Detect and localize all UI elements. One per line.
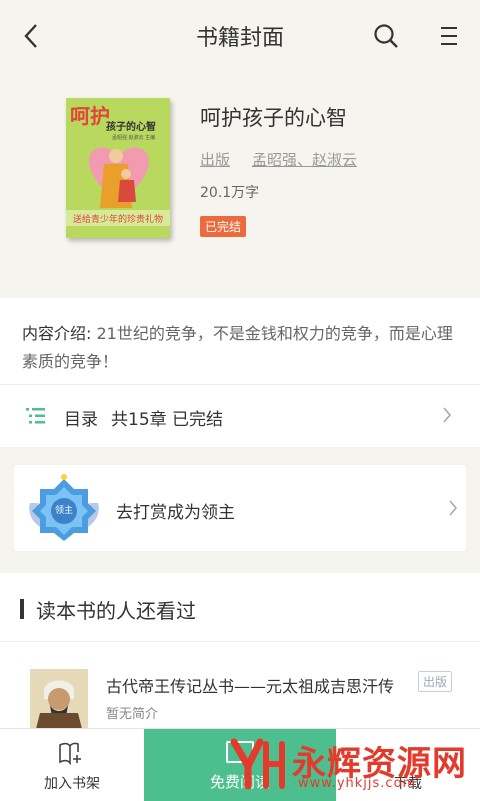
reward-section: 领主 去打赏成为领主 — [0, 447, 480, 573]
menu-icon[interactable] — [428, 16, 468, 56]
divider — [0, 641, 480, 642]
app-header: 书籍封面 — [0, 0, 480, 72]
publisher-link[interactable]: 出版 — [200, 149, 230, 170]
watermark: 永辉资源网 www.yhkjjs.com — [226, 734, 480, 794]
toc-label: 目录 — [64, 410, 98, 430]
word-count: 20.1万字 — [200, 185, 260, 201]
recommend-item-desc: 暂无简介 — [106, 707, 159, 722]
author-link[interactable]: 孟昭强、赵淑云 — [252, 149, 357, 170]
cover-big-title: 呵护 — [70, 104, 110, 128]
list-item[interactable]: 古代帝王传记丛书——元太祖成吉思汗传 出版 暂无简介 — [0, 653, 480, 733]
watermark-logo-icon — [230, 738, 285, 790]
intro-label: 内容介绍: — [22, 324, 92, 343]
page-title: 书籍封面 — [195, 26, 284, 51]
recommend-title: 读本书的人还看过 — [36, 599, 196, 623]
badge-label: 领主 — [54, 506, 73, 516]
book-cover[interactable]: 呵护 孩子的心智 孟昭强 赵淑云 主编 送给青少年的珍贵礼物 — [66, 98, 170, 238]
toc-row[interactable]: 目录 共15章 已完结 — [0, 385, 480, 447]
list-icon — [26, 407, 46, 429]
cover-tagline: 送给青少年的珍贵礼物 — [72, 215, 163, 225]
recommend-item-tag: 出版 — [418, 671, 453, 692]
toc-summary: 共15章 已完结 — [111, 410, 224, 430]
add-shelf-label: 加入书架 — [44, 776, 100, 792]
section-marker — [20, 599, 24, 619]
reward-text: 去打赏成为领主 — [116, 503, 235, 523]
recommend-item-title: 古代帝王传记丛书——元太祖成吉思汗传 — [106, 677, 395, 696]
search-icon[interactable] — [366, 16, 406, 56]
status-badge: 已完结 — [200, 216, 247, 237]
book-title: 呵护孩子的心智 — [200, 106, 347, 130]
chevron-right-icon — [448, 500, 458, 520]
watermark-url: www.yhkjjs.com — [298, 776, 417, 791]
book-plus-icon — [58, 741, 84, 769]
cover-author-line: 孟昭强 赵淑云 主编 — [112, 135, 156, 141]
intro-text-block: 内容介绍: 21世纪的竞争，不是金钱和权力的竞争，而是心理素质的竞争！ — [22, 320, 462, 376]
cover-subtitle: 孩子的心智 — [106, 122, 156, 133]
recommend-cover — [30, 669, 88, 729]
intro-section: 内容介绍: 21世纪的竞争，不是金钱和权力的竞争，而是心理素质的竞争！ — [0, 298, 480, 384]
book-info-section: 呵护 孩子的心智 孟昭强 赵淑云 主编 送给青少年的珍贵礼物 呵护孩子的心智 出… — [0, 72, 480, 298]
add-shelf-button[interactable]: 加入书架 — [0, 729, 144, 801]
reward-card[interactable]: 领主 去打赏成为领主 — [14, 465, 466, 551]
chevron-right-icon — [442, 407, 452, 427]
